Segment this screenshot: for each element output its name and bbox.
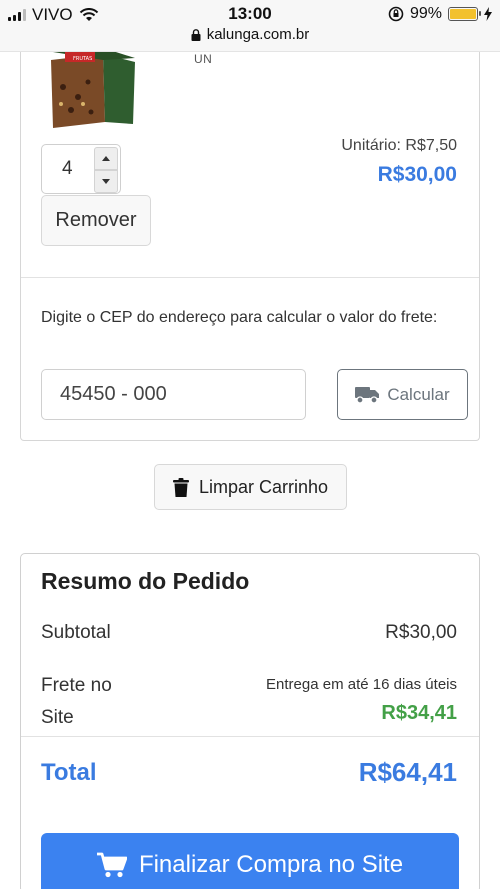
caret-down-icon [102,179,110,184]
checkout-label: Finalizar Compra no Site [138,851,404,878]
status-right: 99% [388,5,492,23]
battery-percent: 99% [409,5,442,22]
url-text: kalunga.com.br [206,26,310,43]
subtotal-value: R$30,00 [385,622,457,643]
clear-cart-button[interactable]: Limpar Carrinho [154,464,347,510]
address-bar[interactable]: kalunga.com.br [0,26,500,43]
unit-label: UN [194,52,213,66]
charging-icon [484,7,492,21]
quantity-value: 4 [62,158,73,179]
checkout-button[interactable]: Finalizar Compra no Site [41,833,459,889]
trash-icon [172,477,189,497]
delivery-estimate: Entrega em até 16 dias úteis [266,676,457,693]
unit-price: Unitário: R$7,50 [341,137,457,154]
calculate-label: Calcular [387,384,450,404]
cart-item-card: FRUTAS UN 4 Remover Unitário: R$7,50 R$3… [20,52,480,441]
product-image: FRUTAS [51,52,135,128]
total-value: R$64,41 [358,757,457,787]
svg-text:FRUTAS: FRUTAS [73,56,92,62]
shipping-label: Frete no Site [41,670,112,734]
shipping-label-line1: Frete no [41,675,112,696]
cep-instruction: Digite o CEP do endereço para calcular o… [41,309,438,326]
caret-up-icon [102,156,110,161]
shipping-value: R$34,41 [381,702,457,724]
quantity-increase-button[interactable] [94,147,118,170]
total-label: Total [41,759,97,786]
divider [21,736,479,737]
remove-button[interactable]: Remover [41,195,151,246]
divider [21,277,479,278]
shipping-label-line2: Site [41,707,74,728]
subtotal-label: Subtotal [41,622,111,643]
calculate-button[interactable]: Calcular [337,369,468,420]
lock-icon [191,28,201,41]
cep-input[interactable]: 45450 - 000 [41,369,306,420]
rotation-lock-icon [388,6,404,22]
cart-icon [96,852,127,878]
order-summary-card: Resumo do Pedido Subtotal R$30,00 Frete … [20,553,480,889]
quantity-stepper[interactable]: 4 [41,144,121,194]
summary-title: Resumo do Pedido [41,568,250,594]
status-bar: VIVO 13:00 99% kalunga.com.br [0,0,500,52]
clear-cart-label: Limpar Carrinho [198,476,329,497]
quantity-decrease-button[interactable] [94,170,118,193]
battery-icon [448,7,481,21]
line-total: R$30,00 [377,163,457,186]
truck-icon [355,386,380,404]
